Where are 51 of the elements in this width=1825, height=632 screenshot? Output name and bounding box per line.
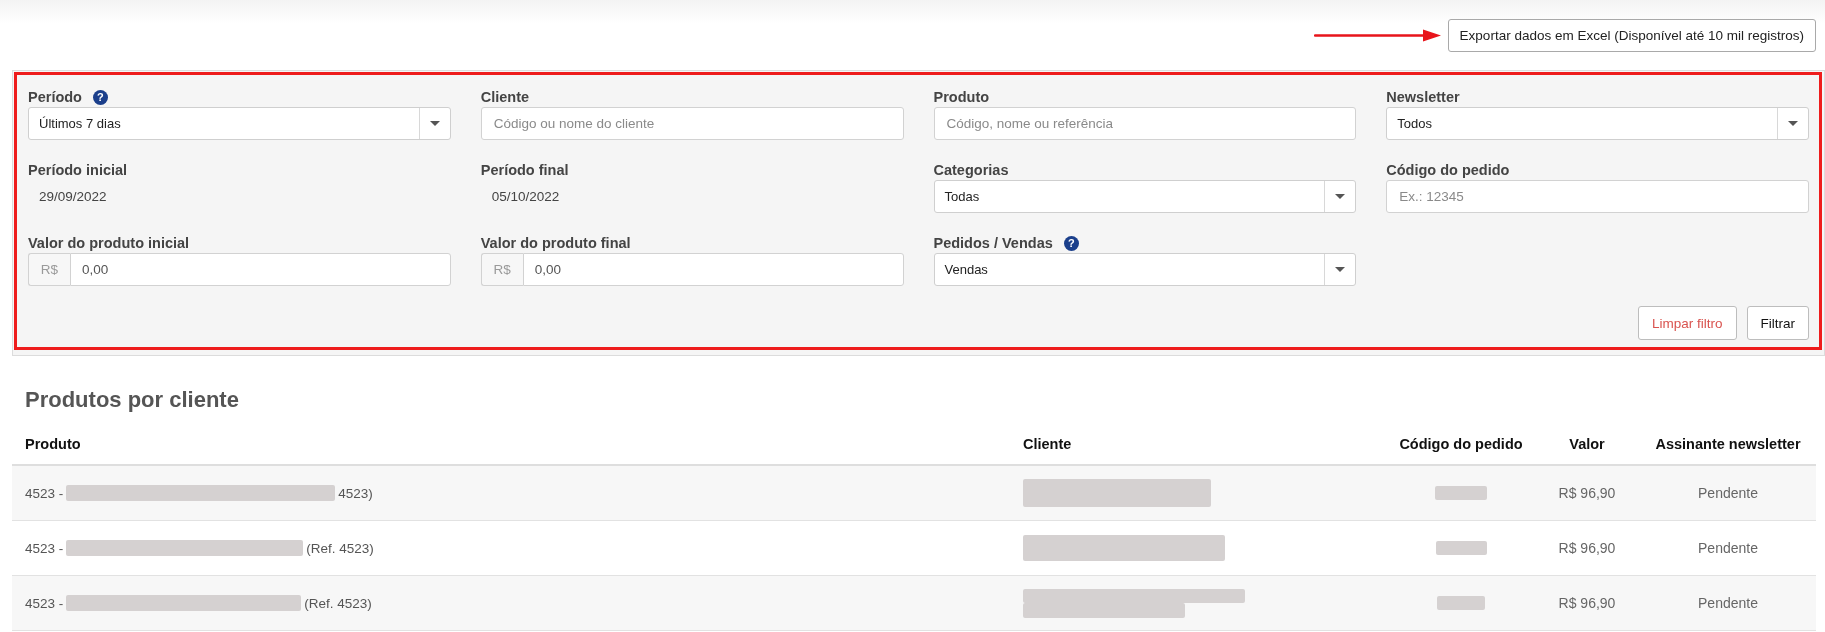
- field-label: Valor do produto final: [480, 234, 631, 253]
- field-label: Período: [28, 88, 82, 107]
- field-label: Período inicial: [28, 161, 128, 180]
- field-label: Categorias: [933, 161, 1009, 180]
- currency-addon: R$: [480, 253, 523, 286]
- section-title: Produtos por cliente: [25, 386, 239, 414]
- field-label: Valor do produto inicial: [28, 234, 190, 253]
- field-label: Newsletter: [1386, 88, 1460, 107]
- field-label: Cliente: [480, 88, 530, 107]
- input-field[interactable]: 0,00: [70, 253, 451, 286]
- caret-icon: [429, 121, 440, 126]
- caret-icon: [1788, 121, 1798, 126]
- column-header: Cliente: [1023, 435, 1072, 454]
- filter-button[interactable]: Filtrar: [1746, 306, 1809, 340]
- clear-filter-button[interactable]: Limpar filtro: [1637, 306, 1737, 340]
- column-header: Valor: [1569, 435, 1605, 454]
- status-text: Pendente: [1698, 595, 1758, 611]
- price-text: R$ 96,90: [1558, 595, 1616, 611]
- dropdown-select[interactable]: Todos: [1386, 107, 1809, 140]
- input-field[interactable]: 0,00: [522, 253, 904, 286]
- product-code-text: 4523 -: [25, 595, 64, 611]
- help-icon[interactable]: ?: [93, 89, 108, 105]
- input-field[interactable]: Código ou nome do cliente: [480, 107, 904, 140]
- price-text: R$ 96,90: [1558, 485, 1616, 501]
- input-field[interactable]: Código, nome ou referência: [933, 107, 1357, 140]
- status-text: Pendente: [1698, 540, 1758, 556]
- caret-icon: [1335, 194, 1346, 199]
- field-label: Produto: [933, 88, 990, 107]
- product-ref-text: 4523): [338, 485, 373, 501]
- input-field[interactable]: Ex.: 12345: [1386, 180, 1809, 213]
- price-text: R$ 96,90: [1558, 540, 1616, 556]
- product-code-text: 4523 -: [25, 485, 64, 501]
- column-header: Assinante newsletter: [1655, 435, 1801, 454]
- date-text: 29/09/2022: [39, 189, 107, 204]
- date-text: 05/10/2022: [491, 189, 560, 204]
- product-ref-text: (Ref. 4523): [304, 595, 372, 611]
- dropdown-select[interactable]: Vendas: [933, 253, 1357, 286]
- dropdown-select[interactable]: Últimos 7 dias: [28, 107, 451, 140]
- currency-addon: R$: [28, 253, 70, 286]
- caret-icon: [1335, 267, 1346, 272]
- dropdown-select[interactable]: Todas: [933, 180, 1357, 213]
- export-button[interactable]: Exportar dados em Excel (Disponível até 10 mil registros): [1447, 18, 1816, 52]
- help-icon[interactable]: ?: [1063, 235, 1079, 251]
- product-code-text: 4523 -: [25, 540, 64, 556]
- product-ref-text: (Ref. 4523): [306, 540, 374, 556]
- column-header: Código do pedido: [1399, 435, 1523, 454]
- status-text: Pendente: [1698, 485, 1758, 501]
- column-header: Produto: [25, 435, 81, 454]
- field-label: Período final: [480, 161, 569, 180]
- field-label: Código do pedido: [1386, 161, 1510, 180]
- field-label: Pedidos / Vendas: [933, 234, 1053, 253]
